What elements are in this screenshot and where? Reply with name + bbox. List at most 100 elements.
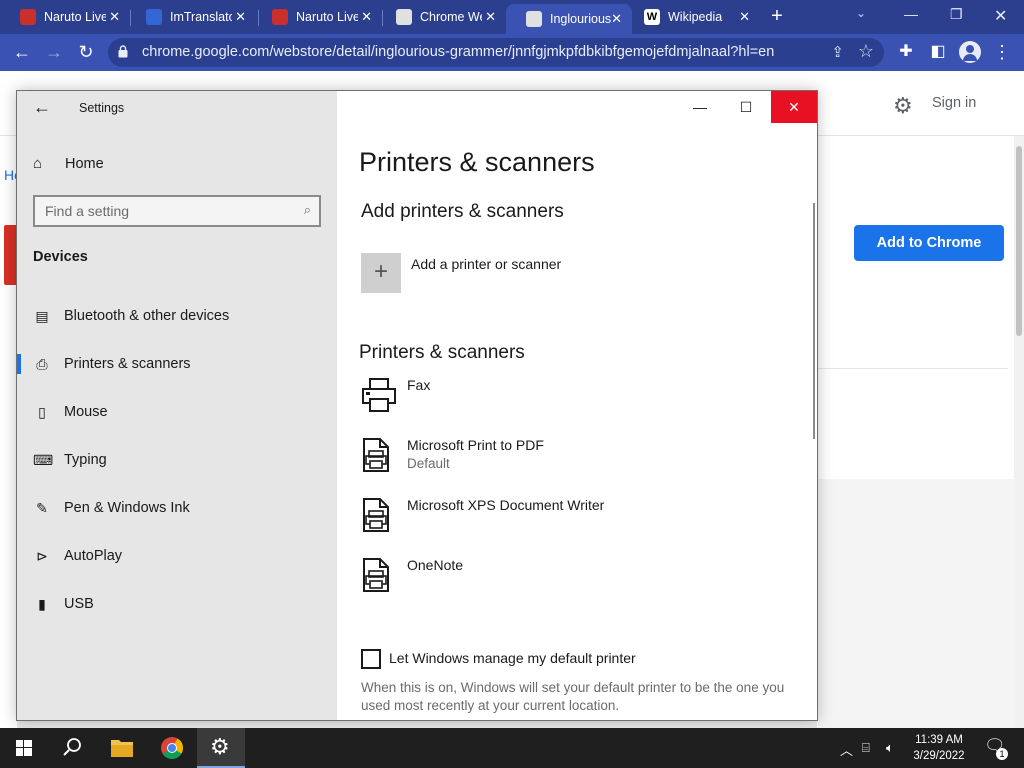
nav-item-label: Bluetooth & other devices [64, 308, 230, 324]
settings-content-pane: — ☐ ✕ Printers & scanners Add printers &… [337, 91, 817, 720]
volume-icon[interactable]: 🔈︎ [886, 740, 894, 756]
close-button[interactable]: ✕ [771, 91, 817, 123]
close-tab-icon[interactable]: ✕ [235, 9, 246, 25]
add-section-title: Add printers & scanners [361, 201, 564, 222]
bookmark-star-icon[interactable]: ☆ [858, 41, 874, 62]
printers-section-title: Printers & scanners [359, 342, 525, 363]
close-tab-icon[interactable]: ✕ [361, 9, 372, 25]
browser-close-icon[interactable]: ✕ [994, 6, 1007, 26]
add-printer-button[interactable]: Add a printer or scanner [411, 256, 561, 272]
taskbar: ⚙ ︿ ⌸ 🔈︎ 11:39 AM 3/29/2022 🗨︎ 1 [0, 728, 1024, 768]
close-tab-icon[interactable]: ✕ [485, 9, 496, 25]
back-arrow-icon[interactable]: ← [33, 97, 51, 118]
browser-tab[interactable]: Naruto Live ✕ [0, 2, 130, 32]
system-clock[interactable]: 11:39 AM 3/29/2022 [904, 732, 974, 764]
settings-gear-icon[interactable]: ⚙ [893, 93, 913, 119]
tray-overflow-chevron-icon[interactable]: ︿ [840, 740, 853, 759]
close-tab-icon[interactable]: ✕ [109, 9, 120, 25]
browser-tab[interactable]: W Wikipedia ✕ [624, 2, 760, 32]
clock-date: 3/29/2022 [913, 750, 965, 762]
side-panel-icon[interactable]: ◧ [926, 41, 950, 63]
search-placeholder: Find a setting [45, 203, 130, 219]
search-icon: ⌕ [303, 202, 311, 217]
window-title: Settings [79, 101, 125, 115]
bluetooth-device-icon: ▤ [35, 307, 49, 324]
close-tab-icon[interactable]: ✕ [739, 9, 750, 25]
nav-item-bluetooth[interactable]: ▤ Bluetooth & other devices [17, 296, 337, 336]
browser-restore-icon[interactable]: ❐ [950, 6, 963, 23]
add-printer-plus-icon[interactable]: + [361, 253, 401, 293]
settings-nav-pane: ← Settings ⌂ Home Find a setting ⌕ Devic… [17, 91, 337, 720]
chrome-logo-icon [161, 737, 183, 759]
browser-tab-strip: Naruto Live ✕ ImTranslato ✕ Naruto Live … [0, 0, 1024, 34]
profile-avatar-icon[interactable] [959, 41, 981, 63]
nav-item-label: Printers & scanners [64, 356, 191, 372]
search-button[interactable] [48, 728, 96, 768]
nav-home[interactable]: ⌂ Home [33, 155, 104, 172]
nav-item-label: Pen & Windows Ink [64, 500, 190, 516]
start-button[interactable] [0, 728, 48, 768]
printer-name: Fax [407, 377, 431, 393]
document-printer-icon [363, 558, 389, 592]
default-printer-label[interactable]: Let Windows manage my default printer [389, 650, 636, 666]
section-divider [818, 368, 1008, 369]
sign-in-link[interactable]: Sign in [932, 95, 976, 111]
network-icon[interactable]: ⌸ [862, 740, 870, 756]
default-printer-description: When this is on, Windows will set your d… [361, 680, 785, 713]
find-setting-input[interactable]: Find a setting ⌕ [33, 195, 321, 227]
nav-home-label: Home [65, 155, 104, 172]
nav-item-label: USB [64, 596, 94, 612]
mouse-icon: ▯ [38, 403, 46, 420]
address-url[interactable]: chrome.google.com/webstore/detail/inglou… [142, 44, 774, 60]
nav-item-mouse[interactable]: ▯ Mouse [17, 392, 337, 432]
minimize-icon[interactable]: — [677, 91, 723, 123]
browser-minimize-icon[interactable]: — [904, 6, 918, 22]
page-scroll-thumb[interactable] [1016, 146, 1022, 336]
nav-item-typing[interactable]: ⌨ Typing [17, 440, 337, 480]
printer-item-onenote[interactable]: OneNote [359, 557, 799, 607]
nav-section-title: Devices [33, 249, 88, 265]
nav-item-pen[interactable]: ✎ Pen & Windows Ink [17, 488, 337, 528]
nav-item-autoplay[interactable]: ⊳ AutoPlay [17, 536, 337, 576]
autoplay-icon: ⊳ [36, 547, 48, 564]
chrome-taskbar-button[interactable] [148, 728, 196, 768]
forward-arrow-icon[interactable]: → [42, 41, 66, 63]
close-tab-icon[interactable]: ✕ [611, 11, 622, 27]
address-bar[interactable]: chrome.google.com/webstore/detail/inglou… [108, 38, 884, 67]
tab-title: Chrome We [420, 10, 482, 24]
browser-tab-active[interactable]: Inglourious ✕ [506, 4, 632, 34]
default-printer-checkbox[interactable] [361, 649, 381, 669]
back-arrow-icon[interactable]: ← [10, 41, 34, 63]
reload-icon[interactable]: ↻ [74, 41, 98, 63]
chrome-menu-icon[interactable]: ⋮ [990, 41, 1014, 63]
printer-item-fax[interactable]: Fax [359, 377, 799, 427]
webstore-favicon-icon [526, 11, 542, 27]
content-scrollbar[interactable] [813, 203, 815, 439]
share-icon[interactable]: ⇪ [831, 43, 844, 61]
tab-title: ImTranslato [170, 10, 232, 24]
tab-search-chevron-icon[interactable]: ⌄ [856, 6, 866, 20]
browser-toolbar: ← → ↻ chrome.google.com/webstore/detail/… [0, 34, 1024, 71]
document-printer-icon [363, 438, 389, 472]
home-icon: ⌂ [33, 155, 43, 172]
browser-tab[interactable]: ImTranslato ✕ [126, 2, 256, 32]
nav-item-printers[interactable]: ⎙ Printers & scanners [17, 344, 337, 384]
webstore-favicon-icon [396, 9, 412, 25]
tab-title: Naruto Live [296, 10, 358, 24]
printer-item-pdf[interactable]: Microsoft Print to PDF Default [359, 437, 799, 487]
printer-item-xps[interactable]: Microsoft XPS Document Writer [359, 497, 799, 547]
printer-icon: ⎙ [36, 355, 48, 372]
tab-title: Naruto Live [44, 10, 106, 24]
footer-strip [17, 720, 817, 728]
add-to-chrome-button[interactable]: Add to Chrome [854, 225, 1004, 261]
maximize-icon[interactable]: ☐ [723, 91, 769, 123]
printer-name: Microsoft Print to PDF [407, 437, 544, 453]
extensions-puzzle-icon[interactable]: ✚ [894, 41, 918, 63]
file-explorer-button[interactable] [98, 728, 146, 768]
nav-item-usb[interactable]: ▮ USB [17, 584, 337, 624]
settings-taskbar-button[interactable]: ⚙ [197, 728, 245, 768]
browser-tab[interactable]: Naruto Live ✕ [252, 2, 382, 32]
new-tab-button[interactable]: + [766, 5, 788, 27]
browser-tab[interactable]: Chrome We ✕ [376, 2, 506, 32]
pen-icon: ✎ [36, 499, 48, 516]
